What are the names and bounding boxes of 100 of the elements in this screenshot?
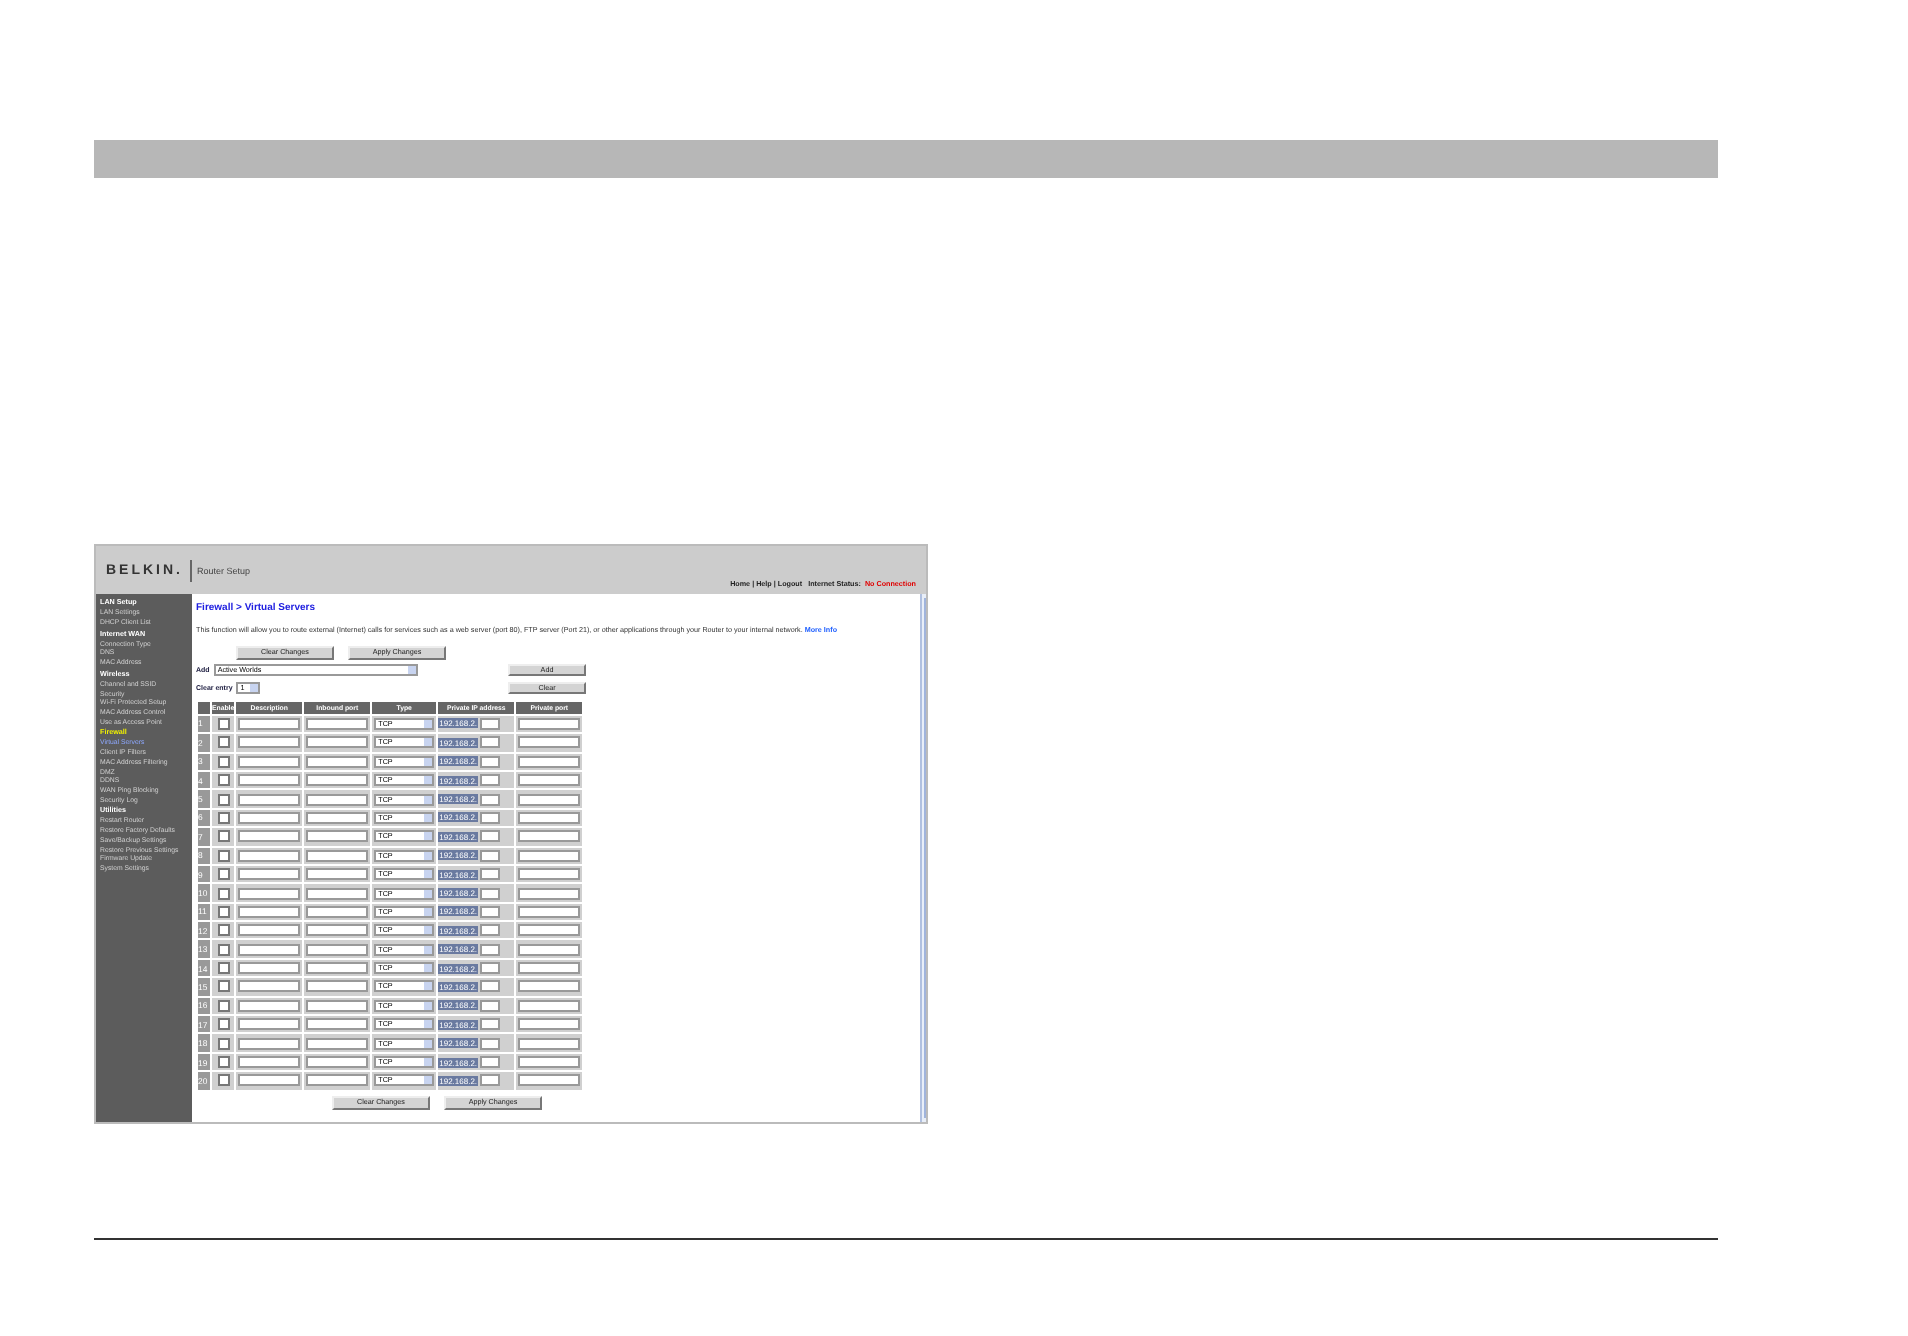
enable-checkbox[interactable] [217,1056,230,1069]
private-port-field[interactable] [518,887,581,899]
enable-checkbox[interactable] [217,999,230,1012]
ip-field[interactable] [480,868,501,881]
inbound-port-field[interactable] [306,868,369,881]
enable-checkbox[interactable] [217,943,230,956]
ip-field[interactable] [480,849,501,862]
ip-field[interactable] [480,811,501,824]
private-port-field[interactable] [518,774,581,787]
private-port-field[interactable] [518,924,581,937]
inbound-port-field[interactable] [306,905,369,918]
inbound-port-field[interactable] [306,1037,369,1050]
inbound-port-field[interactable] [306,830,369,843]
inbound-port-field[interactable] [306,849,369,862]
ip-field[interactable] [480,1074,501,1087]
inbound-port-field[interactable] [306,717,369,730]
inbound-port-field[interactable] [306,793,369,806]
inbound-port-field[interactable] [306,1074,369,1087]
description-field[interactable] [238,1018,301,1031]
description-field[interactable] [238,905,301,918]
private-port-field[interactable] [518,849,581,862]
inbound-port-field[interactable] [306,924,369,937]
description-field[interactable] [238,1074,301,1087]
private-port-field[interactable] [518,1037,581,1050]
enable-checkbox[interactable] [217,774,230,787]
ip-field[interactable] [480,736,501,749]
private-port-field[interactable] [518,1018,581,1031]
inbound-port-field[interactable] [306,943,369,956]
enable-checkbox[interactable] [217,887,230,899]
private-port-field[interactable] [518,811,581,824]
enable-checkbox[interactable] [217,905,230,918]
description-field[interactable] [238,1037,301,1050]
ip-field[interactable] [480,774,501,787]
enable-checkbox[interactable] [217,755,230,768]
ip-field[interactable] [480,793,501,806]
inbound-port-field[interactable] [306,1056,369,1069]
private-port-field[interactable] [518,999,581,1012]
ip-field[interactable] [480,905,501,918]
enable-checkbox[interactable] [217,811,230,824]
inbound-port-field[interactable] [306,962,369,975]
ip-field[interactable] [480,887,501,899]
inbound-port-field[interactable] [306,999,369,1012]
ip-field[interactable] [480,924,501,937]
description-field[interactable] [238,811,301,824]
ip-field[interactable] [480,999,501,1012]
description-field[interactable] [238,755,301,768]
enable-checkbox[interactable] [217,924,230,937]
description-field[interactable] [238,887,301,899]
ip-field[interactable] [480,717,501,730]
enable-checkbox[interactable] [217,793,230,806]
enable-checkbox[interactable] [217,830,230,843]
description-field[interactable] [238,868,301,881]
description-field[interactable] [238,1056,301,1069]
ip-field[interactable] [480,980,501,993]
enable-checkbox[interactable] [217,1074,230,1087]
private-port-field[interactable] [518,736,581,749]
private-port-field[interactable] [518,717,581,730]
description-field[interactable] [238,962,301,975]
ip-field[interactable] [480,962,501,975]
inbound-port-field[interactable] [306,980,369,993]
ip-field[interactable] [480,755,501,768]
private-port-field[interactable] [518,943,581,956]
ip-field[interactable] [480,1056,501,1069]
description-field[interactable] [238,774,301,787]
description-field[interactable] [238,793,301,806]
private-port-field[interactable] [518,1074,581,1087]
enable-checkbox[interactable] [217,980,230,993]
description-field[interactable] [238,943,301,956]
inbound-port-field[interactable] [306,736,369,749]
description-field[interactable] [238,924,301,937]
enable-checkbox[interactable] [217,1018,230,1031]
private-port-field[interactable] [518,962,581,975]
ip-field[interactable] [480,1037,501,1050]
private-port-field[interactable] [518,830,581,843]
enable-checkbox[interactable] [217,849,230,862]
enable-checkbox[interactable] [217,717,230,730]
private-port-field[interactable] [518,868,581,881]
ip-field[interactable] [480,1018,501,1031]
enable-checkbox[interactable] [217,736,230,749]
enable-checkbox[interactable] [217,1037,230,1050]
inbound-port-field[interactable] [306,774,369,787]
inbound-port-field[interactable] [306,1018,369,1031]
private-port-field[interactable] [518,755,581,768]
inbound-port-field[interactable] [306,755,369,768]
ip-field[interactable] [480,943,501,956]
description-field[interactable] [238,980,301,993]
private-port-field[interactable] [518,793,581,806]
private-port-field[interactable] [518,1056,581,1069]
private-port-field[interactable] [518,980,581,993]
description-field[interactable] [238,849,301,862]
inbound-port-field[interactable] [306,887,369,899]
description-field[interactable] [238,830,301,843]
enable-checkbox[interactable] [217,868,230,881]
description-field[interactable] [238,736,301,749]
enable-checkbox[interactable] [217,962,230,975]
ip-field[interactable] [480,830,501,843]
private-port-field[interactable] [518,905,581,918]
description-field[interactable] [238,717,301,730]
description-field[interactable] [238,999,301,1012]
inbound-port-field[interactable] [306,811,369,824]
